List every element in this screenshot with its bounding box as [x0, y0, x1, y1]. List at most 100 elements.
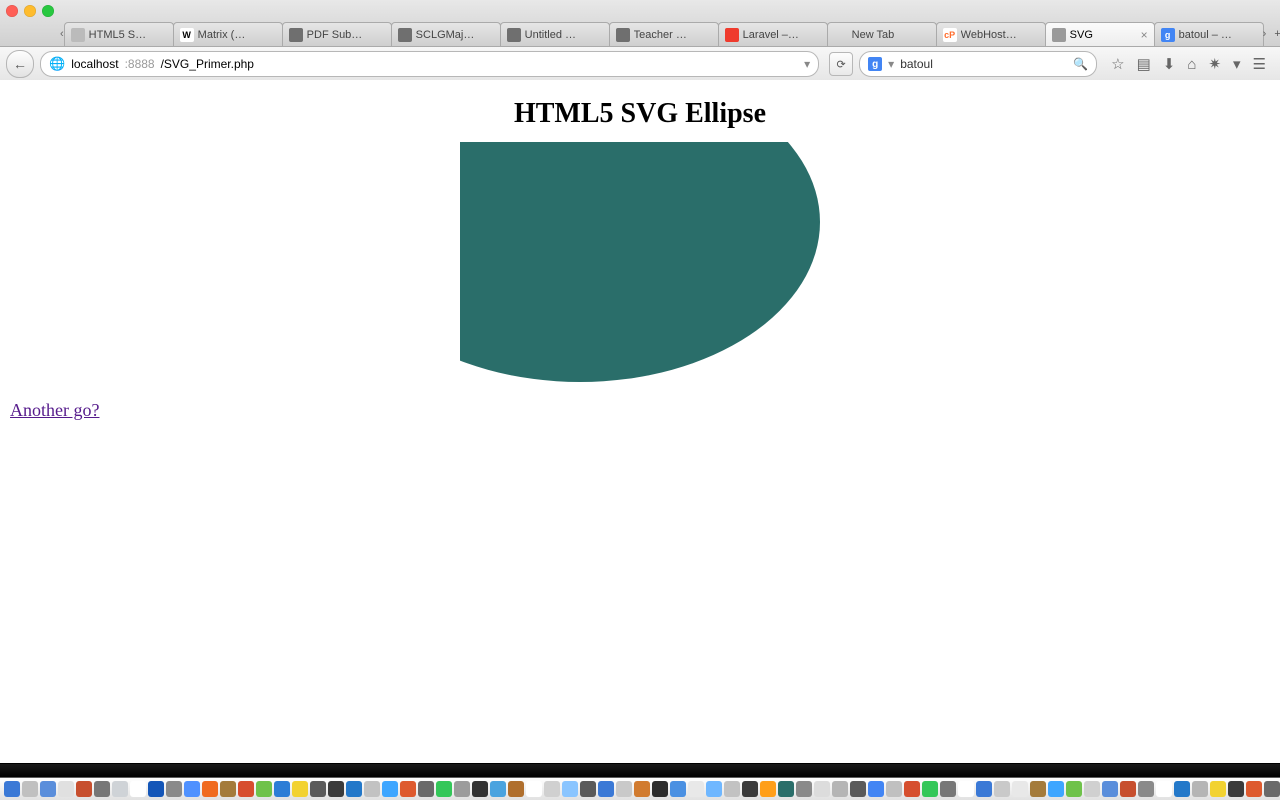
- dock-app-icon[interactable]: [292, 781, 308, 797]
- dock-app-icon[interactable]: [526, 781, 542, 797]
- browser-tab[interactable]: New Tab: [827, 22, 937, 46]
- tab-close-icon[interactable]: ×: [1141, 29, 1148, 41]
- back-button[interactable]: ←: [6, 50, 34, 78]
- reader-view-icon[interactable]: ▤: [1137, 55, 1151, 73]
- dock-app-icon[interactable]: [562, 781, 578, 797]
- dock-app-icon[interactable]: [346, 781, 362, 797]
- dock-app-icon[interactable]: [904, 781, 920, 797]
- dock-app-icon[interactable]: [22, 781, 38, 797]
- dock-app-icon[interactable]: [1246, 781, 1262, 797]
- dock-app-icon[interactable]: [832, 781, 848, 797]
- dock-app-icon[interactable]: [238, 781, 254, 797]
- dock-app-icon[interactable]: [652, 781, 668, 797]
- search-bar[interactable]: g ▾ batoul 🔍: [859, 51, 1097, 77]
- dock-app-icon[interactable]: [4, 781, 20, 797]
- dock-app-icon[interactable]: [112, 781, 128, 797]
- dock-app-icon[interactable]: [274, 781, 290, 797]
- share-dropdown-icon[interactable]: ▾: [1233, 55, 1241, 73]
- window-zoom-button[interactable]: [42, 5, 54, 17]
- dock-app-icon[interactable]: [40, 781, 56, 797]
- dock-app-icon[interactable]: [1012, 781, 1028, 797]
- dock-app-icon[interactable]: [1084, 781, 1100, 797]
- dock-app-icon[interactable]: [598, 781, 614, 797]
- dock-app-icon[interactable]: [688, 781, 704, 797]
- dock-app-icon[interactable]: [328, 781, 344, 797]
- share-icon[interactable]: ✷: [1208, 55, 1221, 73]
- dock-app-icon[interactable]: [472, 781, 488, 797]
- browser-tab[interactable]: SCLGMaj…: [391, 22, 501, 46]
- dock-app-icon[interactable]: [1264, 781, 1280, 797]
- dock-app-icon[interactable]: [130, 781, 146, 797]
- dock-app-icon[interactable]: [1102, 781, 1118, 797]
- dock-app-icon[interactable]: [922, 781, 938, 797]
- dock-app-icon[interactable]: [1192, 781, 1208, 797]
- browser-tab[interactable]: cPWebHost…: [936, 22, 1046, 46]
- browser-tab[interactable]: Teacher …: [609, 22, 719, 46]
- browser-tab[interactable]: Untitled …: [500, 22, 610, 46]
- dock-app-icon[interactable]: [544, 781, 560, 797]
- url-history-dropdown-icon[interactable]: ▾: [804, 57, 810, 71]
- new-tab-button[interactable]: +: [1274, 28, 1280, 40]
- dock-app-icon[interactable]: [1210, 781, 1226, 797]
- home-icon[interactable]: ⌂: [1187, 56, 1196, 73]
- dock-app-icon[interactable]: [778, 781, 794, 797]
- dock-app-icon[interactable]: [1228, 781, 1244, 797]
- dock-app-icon[interactable]: [382, 781, 398, 797]
- dock-app-icon[interactable]: [706, 781, 722, 797]
- dock-app-icon[interactable]: [454, 781, 470, 797]
- browser-tab[interactable]: PDF Sub…: [282, 22, 392, 46]
- dock-app-icon[interactable]: [94, 781, 110, 797]
- search-icon[interactable]: 🔍: [1073, 57, 1088, 71]
- dock-app-icon[interactable]: [256, 781, 272, 797]
- dock-app-icon[interactable]: [616, 781, 632, 797]
- dock-app-icon[interactable]: [760, 781, 776, 797]
- dock-app-icon[interactable]: [1120, 781, 1136, 797]
- browser-tab[interactable]: WMatrix (…: [173, 22, 283, 46]
- url-bar[interactable]: 🌐 localhost:8888/SVG_Primer.php ▾: [40, 51, 819, 77]
- dock-app-icon[interactable]: [886, 781, 902, 797]
- dock-app-icon[interactable]: [634, 781, 650, 797]
- dock-app-icon[interactable]: [76, 781, 92, 797]
- dock-app-icon[interactable]: [958, 781, 974, 797]
- dock-app-icon[interactable]: [940, 781, 956, 797]
- dock-app-icon[interactable]: [1174, 781, 1190, 797]
- reload-button[interactable]: ⟳: [829, 52, 853, 76]
- dock-app-icon[interactable]: [580, 781, 596, 797]
- dock-app-icon[interactable]: [1156, 781, 1172, 797]
- dock-app-icon[interactable]: [184, 781, 200, 797]
- dock-app-icon[interactable]: [724, 781, 740, 797]
- dock-app-icon[interactable]: [976, 781, 992, 797]
- dock-app-icon[interactable]: [436, 781, 452, 797]
- dock-app-icon[interactable]: [58, 781, 74, 797]
- dock-app-icon[interactable]: [1048, 781, 1064, 797]
- downloads-icon[interactable]: ⬇: [1163, 55, 1176, 73]
- dock-app-icon[interactable]: [796, 781, 812, 797]
- dock-app-icon[interactable]: [220, 781, 236, 797]
- dock-app-icon[interactable]: [508, 781, 524, 797]
- dock-app-icon[interactable]: [1030, 781, 1046, 797]
- search-engine-icon[interactable]: g: [868, 57, 882, 71]
- browser-tab[interactable]: HTML5 S…: [64, 22, 174, 46]
- dock-app-icon[interactable]: [310, 781, 326, 797]
- dock-app-icon[interactable]: [148, 781, 164, 797]
- dock-app-icon[interactable]: [490, 781, 506, 797]
- browser-tab[interactable]: gbatoul – …: [1154, 22, 1264, 46]
- dock-app-icon[interactable]: [742, 781, 758, 797]
- dock-app-icon[interactable]: [994, 781, 1010, 797]
- bookmark-star-icon[interactable]: ☆: [1111, 55, 1124, 73]
- dock-app-icon[interactable]: [400, 781, 416, 797]
- dock-app-icon[interactable]: [418, 781, 434, 797]
- dock-app-icon[interactable]: [850, 781, 866, 797]
- dock-app-icon[interactable]: [364, 781, 380, 797]
- dock-app-icon[interactable]: [1138, 781, 1154, 797]
- dock-app-icon[interactable]: [166, 781, 182, 797]
- dock-app-icon[interactable]: [1066, 781, 1082, 797]
- window-close-button[interactable]: [6, 5, 18, 17]
- dock-app-icon[interactable]: [670, 781, 686, 797]
- browser-tab[interactable]: SVG×: [1045, 22, 1155, 46]
- window-minimize-button[interactable]: [24, 5, 36, 17]
- dock-app-icon[interactable]: [202, 781, 218, 797]
- another-go-link[interactable]: Another go?: [10, 400, 99, 420]
- search-engine-dropdown-icon[interactable]: ▾: [888, 57, 894, 71]
- dock-app-icon[interactable]: [868, 781, 884, 797]
